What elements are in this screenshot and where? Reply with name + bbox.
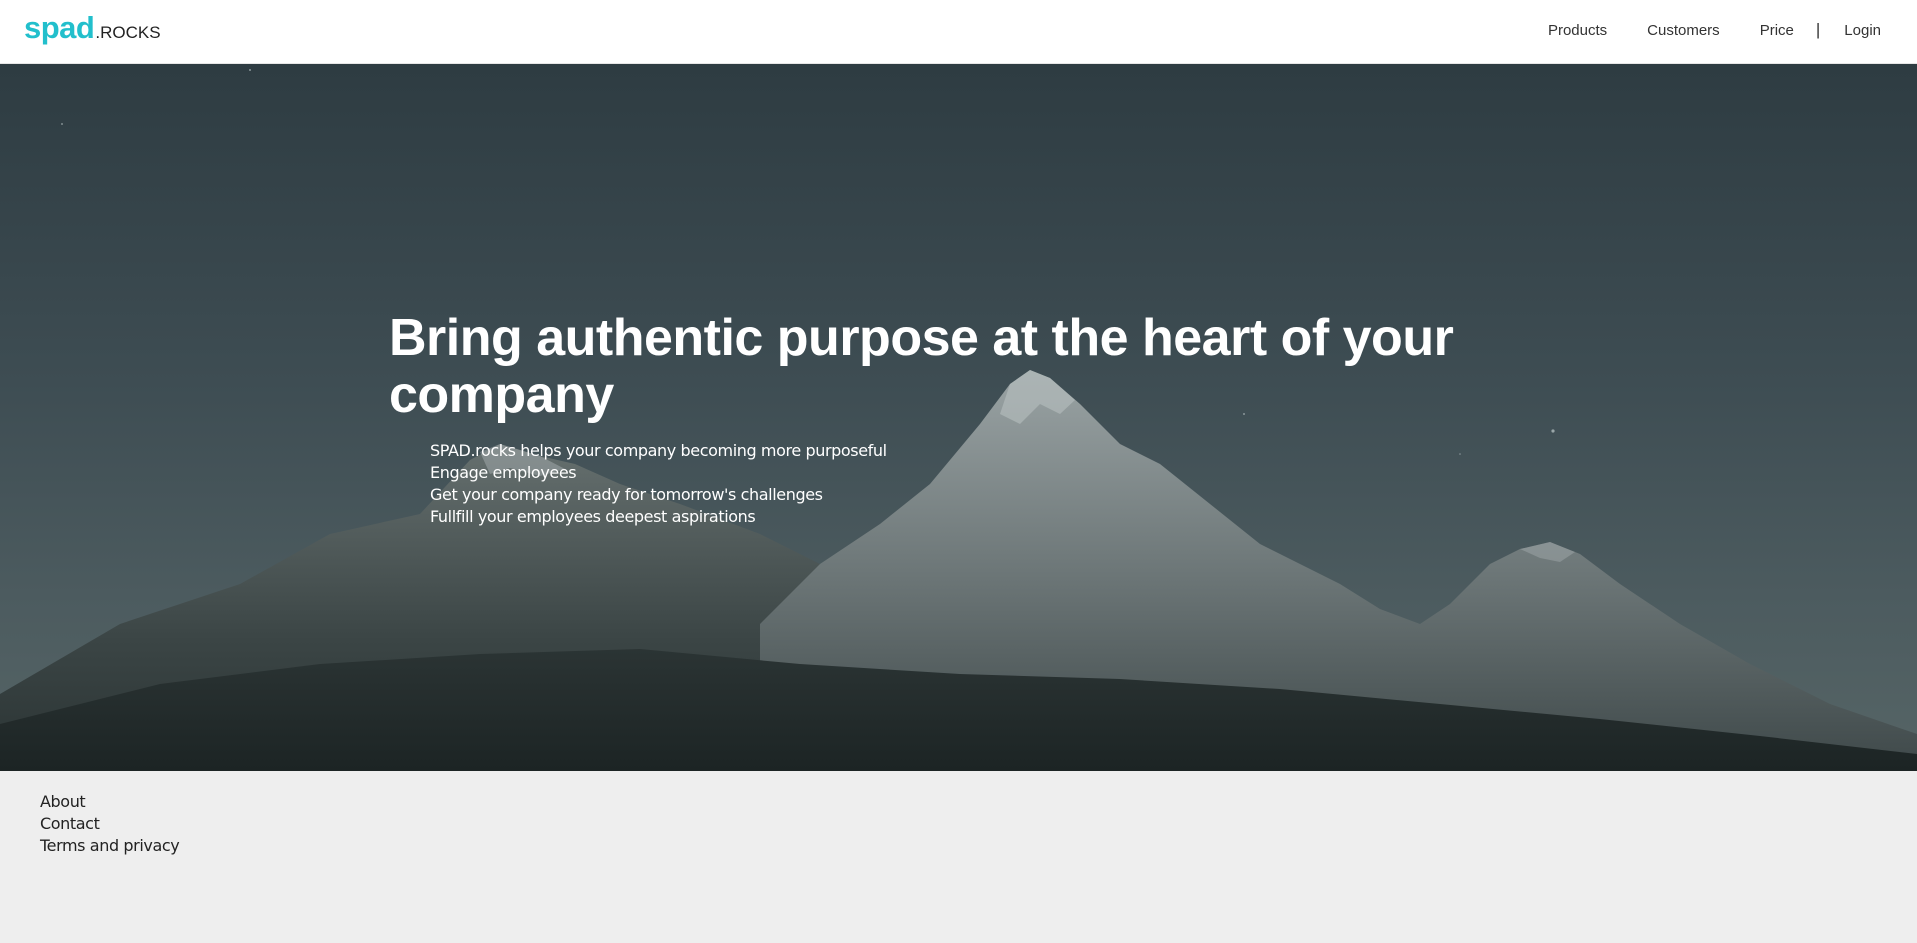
main-nav: Products Customers Price | Login <box>1548 0 1881 60</box>
hero-content: Bring authentic purpose at the heart of … <box>389 310 1529 528</box>
nav-customers-link[interactable]: Customers <box>1647 22 1720 39</box>
hero-benefit-item: Fullfill your employees deepest aspirati… <box>430 507 756 526</box>
hero-section: Bring authentic purpose at the heart of … <box>0 64 1917 771</box>
logo-suffix: .ROCKS <box>95 23 161 42</box>
hero-benefits-list: SPAD.rocks helps your company becoming m… <box>430 440 1529 528</box>
nav-products-link[interactable]: Products <box>1548 22 1607 39</box>
footer-contact-link[interactable]: Contact <box>40 814 100 833</box>
hero-benefit-item: Get your company ready for tomorrow's ch… <box>430 485 823 504</box>
nav-separator: | <box>1815 20 1821 39</box>
nav-login-link[interactable]: Login <box>1844 22 1881 39</box>
top-navigation-bar: spad .ROCKS Products Customers Price | L… <box>0 0 1917 64</box>
site-footer: About Contact Terms and privacy <box>0 771 1917 943</box>
footer-terms-link[interactable]: Terms and privacy <box>40 836 180 855</box>
nav-price-link[interactable]: Price <box>1760 22 1794 39</box>
hero-benefit-item: Engage employees <box>430 463 577 482</box>
footer-links-list: About Contact Terms and privacy <box>40 791 180 857</box>
hero-benefit-item: SPAD.rocks helps your company becoming m… <box>430 441 887 460</box>
logo-wordmark: spad <box>24 10 95 45</box>
hero-title: Bring authentic purpose at the heart of … <box>389 309 1454 424</box>
site-logo[interactable]: spad .ROCKS <box>24 10 161 46</box>
footer-about-link[interactable]: About <box>40 792 86 811</box>
